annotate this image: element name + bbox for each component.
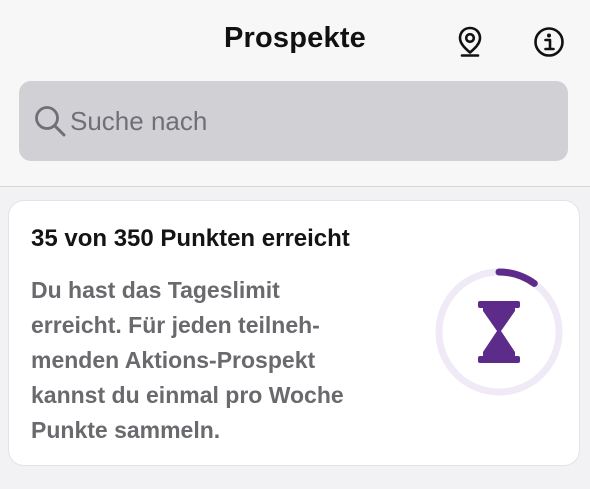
message-line: Punkte sammeln. — [31, 417, 221, 443]
points-card: 35 von 350 Punkten erreicht Du hast das … — [8, 200, 580, 466]
message-line: menden Aktions-Prospekt — [31, 347, 316, 373]
info-icon — [534, 27, 564, 57]
message-line: kannst du einmal pro Woche — [31, 382, 344, 408]
hourglass-icon — [478, 301, 520, 363]
search-icon — [32, 103, 68, 139]
points-card-message: Du hast das Tageslimit erreicht. Für jed… — [31, 273, 411, 448]
points-progress-ring — [432, 265, 566, 399]
search-bar[interactable] — [19, 81, 568, 161]
location-button[interactable] — [453, 24, 487, 60]
info-button[interactable] — [532, 24, 566, 60]
points-card-title: 35 von 350 Punkten erreicht — [31, 225, 350, 252]
message-line: erreicht. Für jeden teilneh- — [31, 312, 320, 338]
page-title: Prospekte — [223, 22, 367, 54]
app-header: Prospekte — [0, 0, 590, 187]
message-line: Du hast das Tageslimit — [31, 277, 280, 303]
map-pin-icon — [458, 26, 482, 57]
search-input[interactable] — [70, 105, 530, 137]
